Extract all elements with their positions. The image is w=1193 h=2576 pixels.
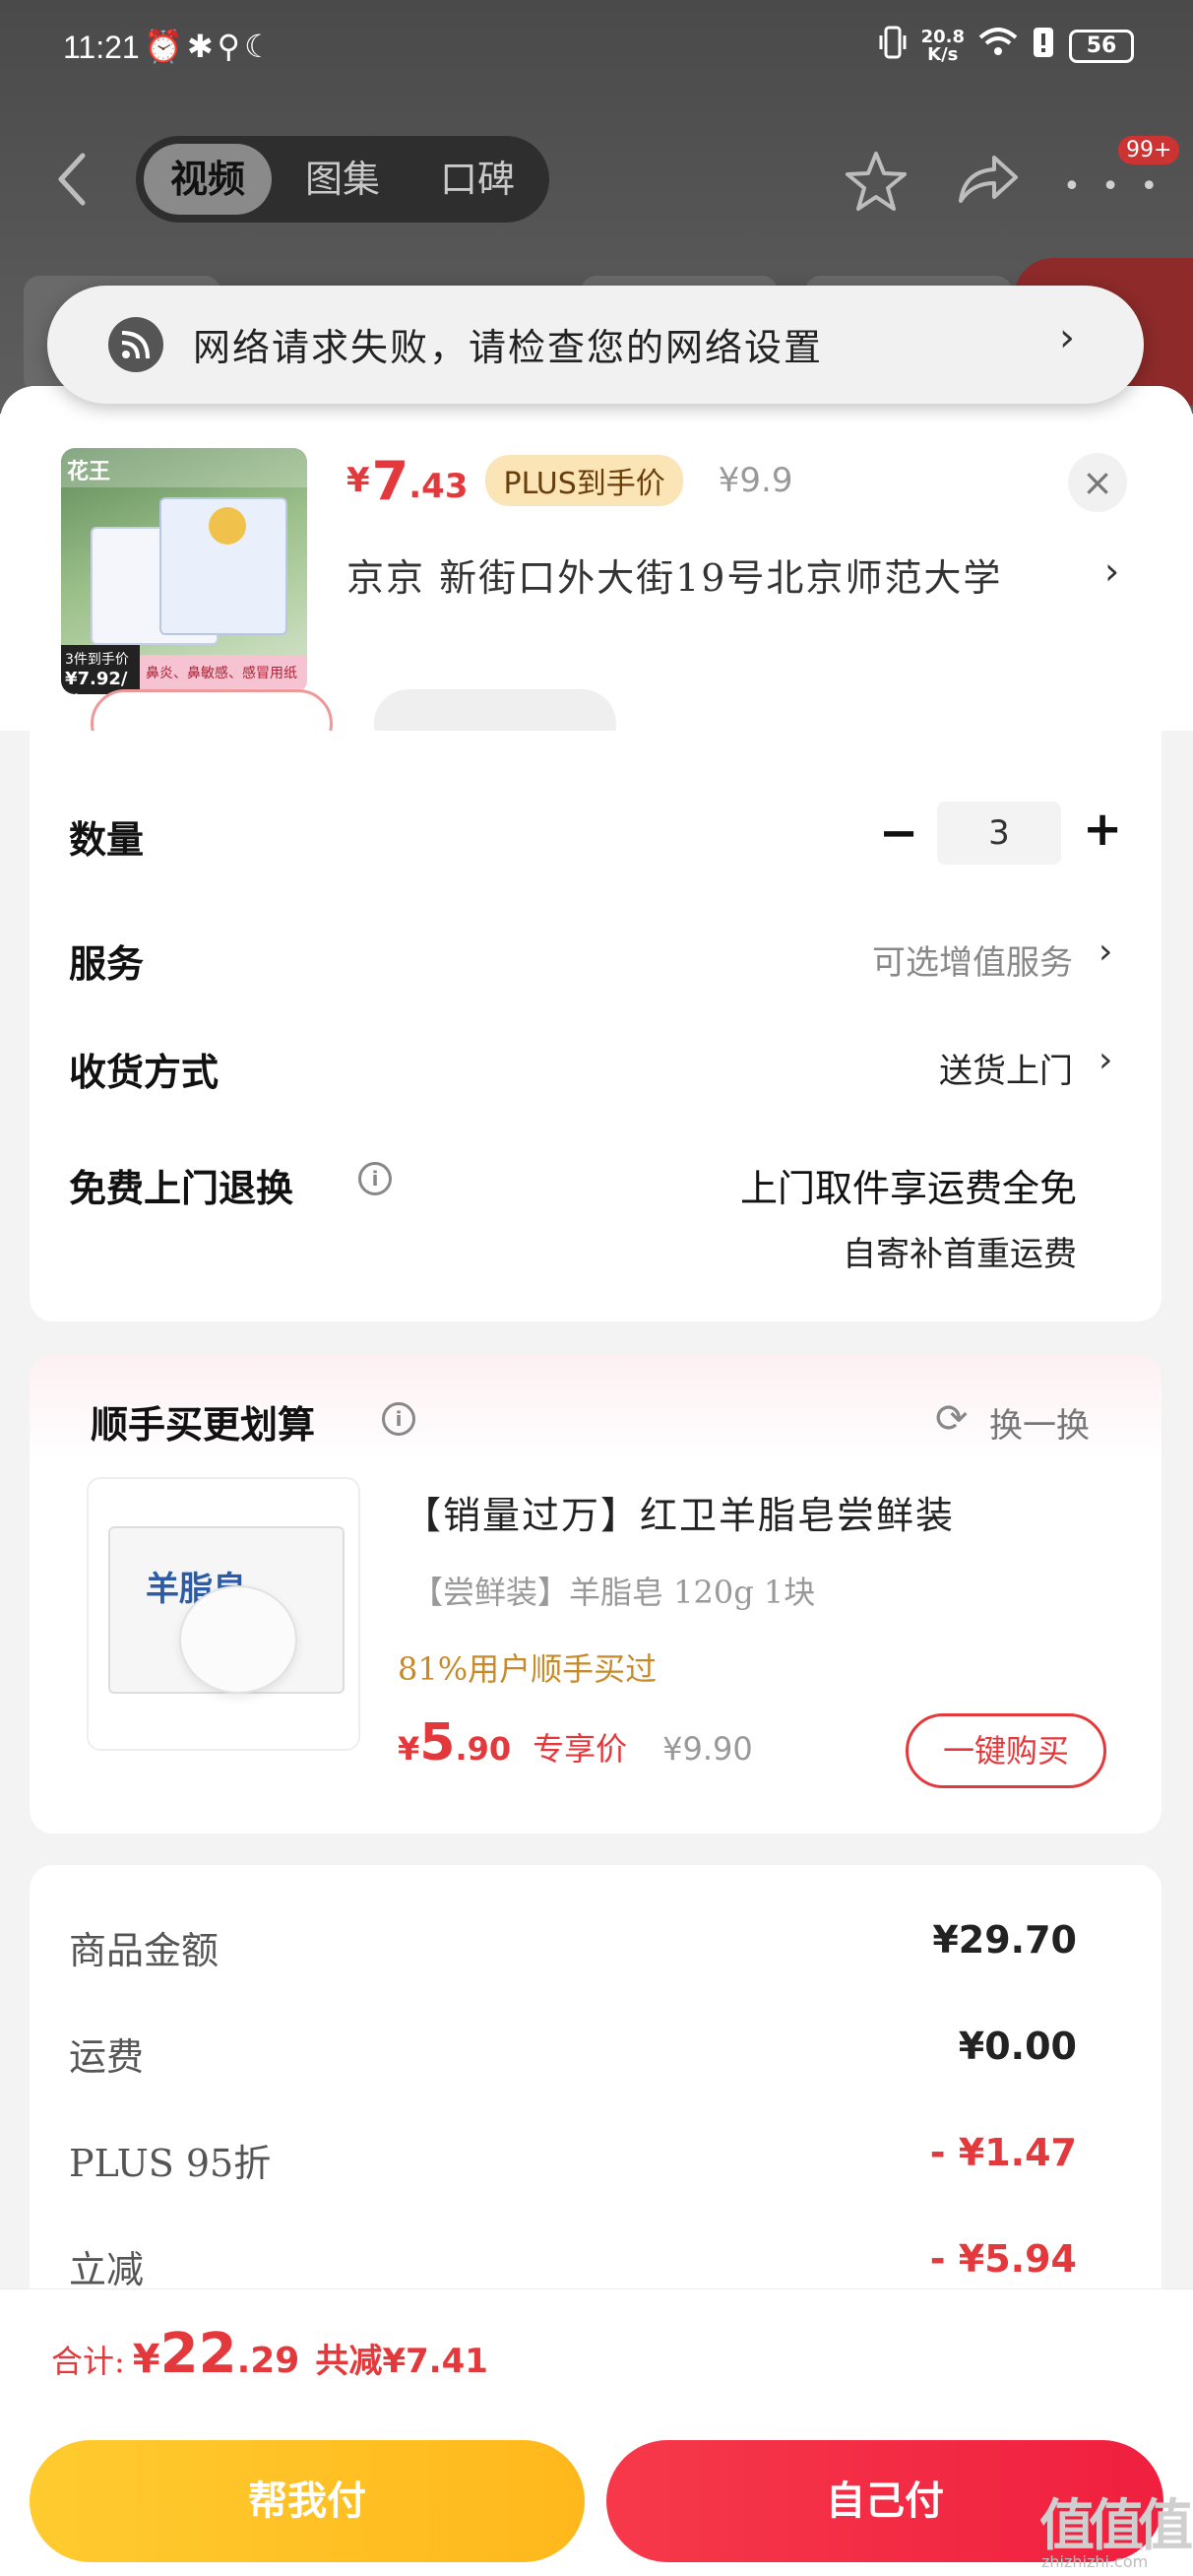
total-row: 合计: ¥ 22 .29 共减¥7.41: [51, 2322, 488, 2386]
favorite-button[interactable]: [842, 150, 910, 219]
quantity-decrement-button[interactable]: −: [879, 805, 918, 861]
subtotal-label: 商品金额: [69, 1929, 220, 1972]
info-icon[interactable]: i: [382, 1402, 415, 1436]
shipping-value: ¥0.00: [958, 2025, 1077, 2068]
free-return-value-1: 上门取件享运费全免: [739, 1167, 1077, 1210]
info-icon[interactable]: i: [358, 1162, 392, 1195]
tab-reviews[interactable]: 口碑: [413, 144, 541, 215]
notification-badge: 99+: [1118, 136, 1180, 164]
quantity-label: 数量: [69, 817, 145, 862]
tab-video[interactable]: 视频: [144, 144, 272, 215]
chevron-right-icon: ›: [1104, 549, 1120, 593]
status-time: 11:21: [63, 30, 140, 65]
plus-discount-label: PLUS 95折: [69, 2142, 272, 2185]
wifi-icon: [978, 28, 1018, 64]
upsell-product-spec: 【尝鲜装】羊脂皂 120g 1块: [411, 1574, 816, 1611]
instant-discount-value: - ¥5.94: [929, 2237, 1077, 2281]
service-value[interactable]: 可选增值服务: [872, 935, 1073, 984]
status-right: 20.8 K/s 56: [878, 26, 1134, 66]
help-me-pay-button[interactable]: 帮我付: [30, 2440, 585, 2562]
delivery-method-label: 收货方式: [69, 1050, 220, 1094]
share-button[interactable]: [955, 150, 1020, 213]
status-bar: 11:21 ⏰✱⚲☾ 20.8 K/s 56: [0, 0, 1193, 98]
service-label: 服务: [69, 941, 145, 986]
upsell-price-row: ¥ 5 .90 专享价 ¥9.90: [398, 1713, 753, 1772]
upsell-product-name[interactable]: 【销量过万】红卫羊脂皂尝鲜装: [404, 1485, 955, 1539]
alert-icon: [1032, 26, 1055, 66]
network-error-toast[interactable]: 网络请求失败，请检查您的网络设置 ›: [47, 286, 1144, 404]
exclusive-price-tag: 专享价: [533, 1730, 628, 1768]
product-image: 花王 3件到手价 ¥7.92/件 鼻炎、鼻敏感、感冒用纸: [61, 448, 307, 694]
watermark-logo: 值值值: [1039, 2494, 1193, 2558]
total-label: 合计:: [51, 2343, 125, 2380]
upsell-product-stat: 81%用户顺手买过: [398, 1650, 658, 1688]
product-image-pricetag: 3件到手价 ¥7.92/件: [61, 645, 140, 694]
network-speed: 20.8 K/s: [920, 26, 965, 65]
original-price: ¥9.9: [718, 461, 793, 500]
watermark-domain: zhizhizhi.com: [1041, 2552, 1149, 2571]
more-dots-icon: • • •: [1063, 169, 1164, 204]
quantity-input[interactable]: 3: [937, 802, 1061, 865]
plus-price-badge: PLUS到手价: [485, 455, 683, 506]
more-menu-button[interactable]: • • •: [1063, 169, 1163, 204]
media-tab-switcher: 视频 图集 口碑: [136, 136, 549, 223]
tab-gallery[interactable]: 图集: [279, 144, 407, 215]
delivery-address[interactable]: 京京 新街口外大街19号北京师范大学: [346, 547, 1002, 602]
product-image-brand: 花王: [67, 460, 111, 484]
upsell-price: 5: [419, 1713, 456, 1772]
plus-discount-value: - ¥1.47: [929, 2131, 1077, 2174]
one-click-buy-button[interactable]: 一键购买: [906, 1713, 1106, 1788]
product-price: 7: [371, 449, 409, 512]
free-return-value-2: 自寄补首重运费: [843, 1235, 1077, 1274]
status-icons: ⏰✱⚲☾: [144, 28, 277, 65]
free-return-label: 免费上门退换: [69, 1166, 294, 1210]
battery-indicator: 56: [1069, 29, 1134, 63]
chevron-right-icon: ›: [1059, 315, 1075, 360]
star-icon: [846, 152, 907, 211]
share-icon: [959, 156, 1018, 203]
toast-message: 网络请求失败，请检查您的网络设置: [193, 326, 824, 369]
soap-bar-illustration: [179, 1585, 297, 1694]
total-savings: 共减¥7.41: [315, 2342, 488, 2381]
upsell-title: 顺手买更划算: [91, 1403, 316, 1447]
chevron-right-icon: ›: [1099, 1040, 1113, 1080]
rss-icon: [108, 317, 163, 372]
quantity-increment-button[interactable]: +: [1083, 802, 1122, 857]
product-image-band: 鼻炎、鼻敏感、感冒用纸: [140, 655, 307, 688]
total-price: 22: [159, 2322, 237, 2386]
instant-discount-label: 立减: [69, 2248, 145, 2291]
chevron-left-icon: [58, 153, 86, 206]
close-icon: ×: [1082, 461, 1113, 504]
product-price-row: ¥ 7 .43 PLUS到手价 ¥9.9: [346, 449, 793, 512]
refresh-button[interactable]: 换一换: [989, 1398, 1090, 1447]
refresh-icon[interactable]: ⟳: [935, 1396, 969, 1442]
back-button[interactable]: [55, 150, 89, 213]
close-button[interactable]: ×: [1068, 453, 1127, 512]
upsell-original-price: ¥9.90: [662, 1730, 753, 1768]
chevron-right-icon: ›: [1099, 932, 1113, 972]
subtotal-value: ¥29.70: [932, 1918, 1077, 1962]
vibrate-icon: [878, 26, 908, 66]
delivery-method-value[interactable]: 送货上门: [939, 1044, 1073, 1092]
shipping-label: 运费: [69, 2035, 145, 2079]
